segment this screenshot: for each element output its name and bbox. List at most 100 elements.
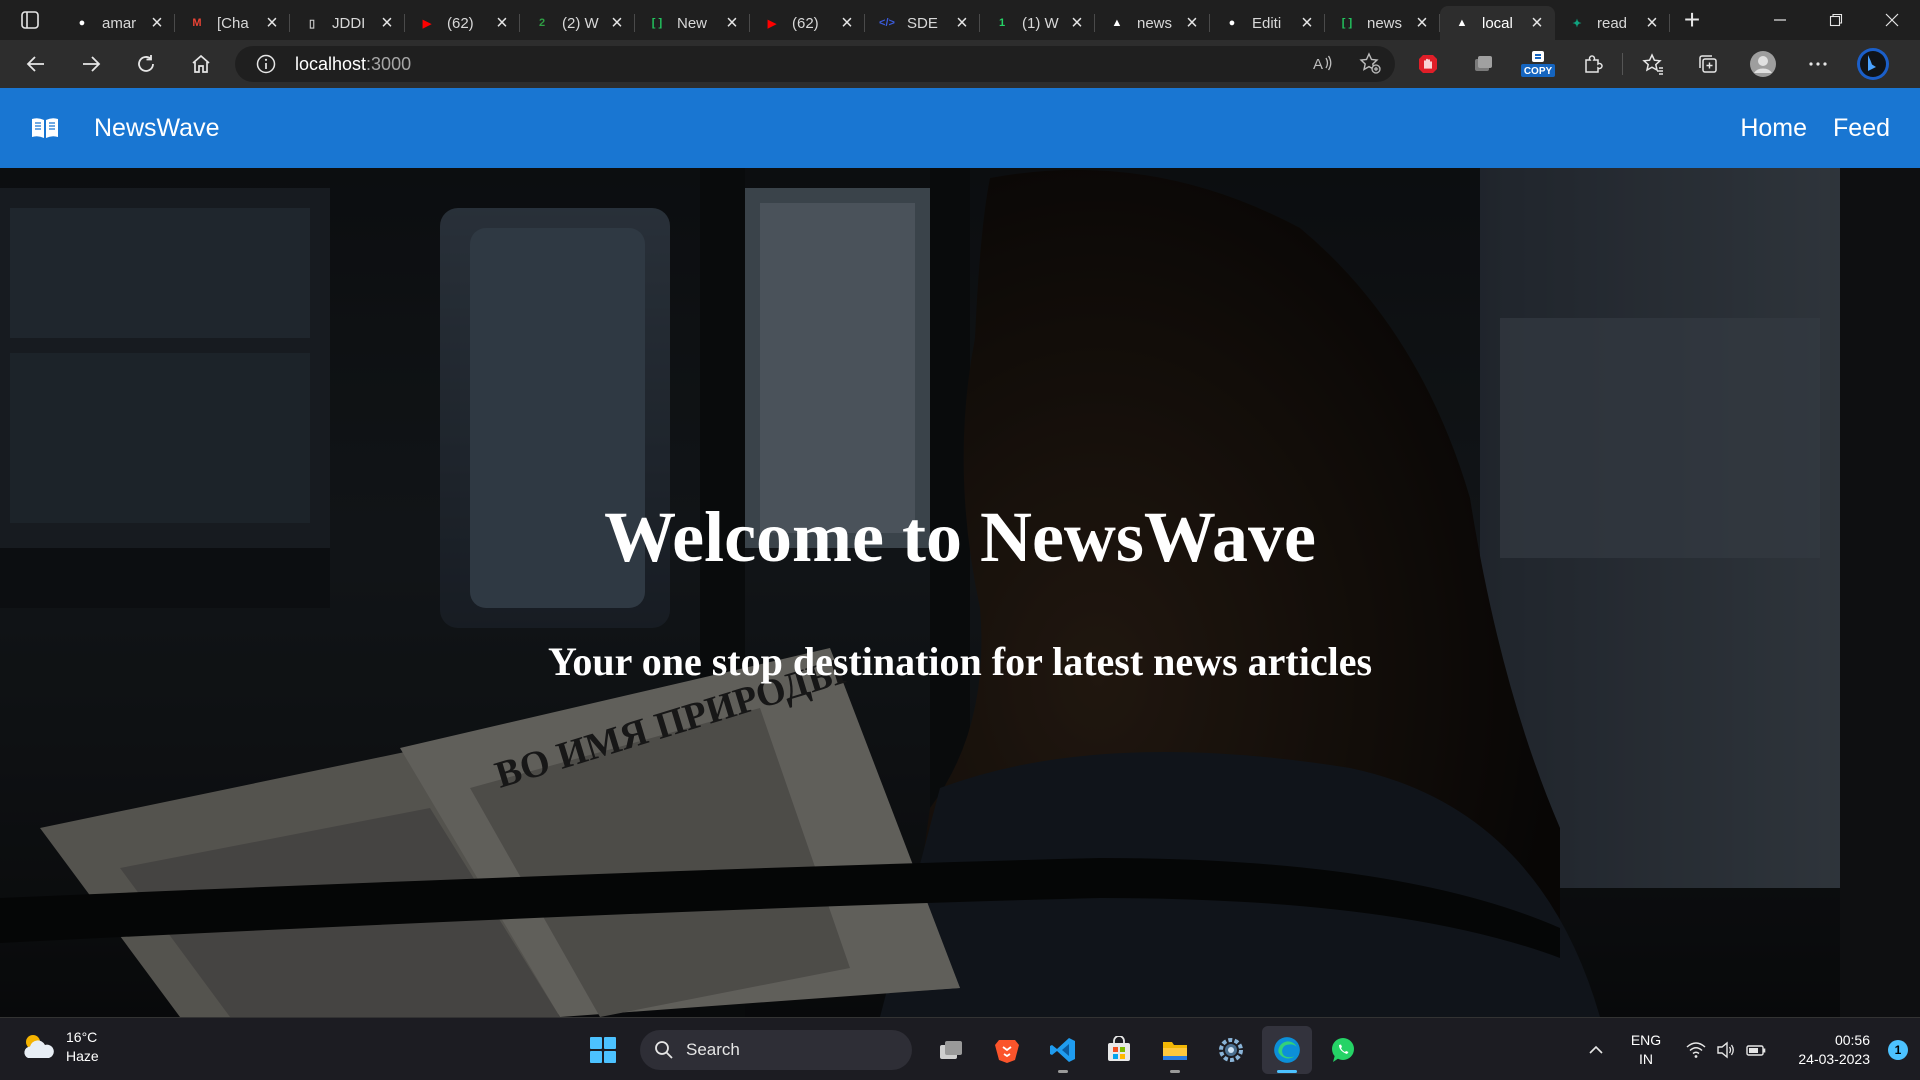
extension-adblock-button[interactable] <box>1400 40 1455 88</box>
new-tab-button[interactable]: + <box>1670 0 1714 40</box>
tab-close-button[interactable]: × <box>837 13 857 33</box>
browser-tab[interactable]: 1 (1) W × <box>980 6 1095 40</box>
taskbar-app-brave[interactable] <box>982 1026 1032 1074</box>
home-icon <box>191 54 210 73</box>
tab-title: news <box>1367 14 1403 32</box>
profile-button[interactable] <box>1735 40 1790 88</box>
extensions-button[interactable] <box>1565 40 1620 88</box>
taskbar-search[interactable]: Search <box>640 1030 912 1070</box>
brave-lion-icon <box>995 1040 1019 1063</box>
tab-close-button[interactable]: × <box>607 13 627 33</box>
tab-close-button[interactable]: × <box>492 13 512 33</box>
nav-link-feed[interactable]: Feed <box>1833 114 1890 143</box>
nav-link-home[interactable]: Home <box>1740 114 1807 143</box>
triangle-icon: ▲ <box>1111 17 1123 29</box>
browser-tab[interactable]: M [Cha × <box>175 6 290 40</box>
tab-close-button[interactable]: × <box>262 13 282 33</box>
language-region: IN <box>1639 1050 1653 1067</box>
home-button[interactable] <box>173 40 228 88</box>
search-icon <box>655 1041 673 1059</box>
github-icon: ● <box>78 17 86 29</box>
tab-close-button[interactable]: × <box>147 13 167 33</box>
tab-close-button[interactable]: × <box>1067 13 1087 33</box>
taskbar-app-whatsapp[interactable] <box>1318 1026 1368 1074</box>
book-open-icon[interactable] <box>30 113 60 143</box>
start-button[interactable] <box>580 1027 626 1073</box>
restore-button[interactable] <box>1808 0 1864 40</box>
minimize-button[interactable] <box>1752 0 1808 40</box>
running-indicator <box>1170 1070 1180 1073</box>
taskbar-app-store[interactable] <box>1094 1026 1144 1074</box>
github-icon: ● <box>1228 17 1236 29</box>
tab-actions-button[interactable] <box>0 0 60 40</box>
read-aloud-icon[interactable]: A <box>1311 52 1333 74</box>
bing-copilot-button[interactable] <box>1845 40 1900 88</box>
browser-toolbar: localhost:3000 A COPY <box>0 40 1920 88</box>
favorites-icon <box>1641 53 1663 75</box>
notification-badge: 1 <box>1888 1039 1908 1060</box>
browser-tab[interactable]: ● amar × <box>60 6 175 40</box>
copy-extension-icon: COPY <box>1520 51 1555 77</box>
forward-button[interactable] <box>63 40 118 88</box>
browser-tab[interactable]: ▯ JDDI × <box>290 6 405 40</box>
add-favorite-icon[interactable] <box>1359 52 1381 74</box>
refresh-button[interactable] <box>118 40 173 88</box>
address-bar[interactable]: localhost:3000 A <box>235 46 1395 82</box>
taskbar-app-file-explorer[interactable] <box>1150 1026 1200 1074</box>
weather-temperature: 16°C <box>66 1029 98 1045</box>
language-indicator[interactable]: ENG IN <box>1616 1031 1676 1069</box>
tab-close-button[interactable]: × <box>1412 13 1432 33</box>
browser-tab[interactable]: ▲ local × <box>1440 6 1555 40</box>
browser-tab[interactable]: ▶ (62) × <box>750 6 865 40</box>
tab-close-button[interactable]: × <box>1642 13 1662 33</box>
close-window-button[interactable] <box>1864 0 1920 40</box>
collections-button[interactable] <box>1680 40 1735 88</box>
browser-tab[interactable]: ▶ (62) × <box>405 6 520 40</box>
tab-close-button[interactable]: × <box>952 13 972 33</box>
tab-close-button[interactable]: × <box>722 13 742 33</box>
browser-tab[interactable]: </> SDE × <box>865 6 980 40</box>
browser-tab[interactable]: ✦ read × <box>1555 6 1670 40</box>
window-stack-icon <box>1474 56 1492 71</box>
notification-center-button[interactable]: 1 <box>1876 1039 1920 1060</box>
language-code: ENG <box>1630 1031 1662 1048</box>
tab-title: news <box>1137 14 1173 32</box>
extension-copy-button[interactable]: COPY <box>1510 40 1565 88</box>
taskbar-app-settings[interactable] <box>1206 1026 1256 1074</box>
windows-taskbar: 16°C Haze Search ENG IN 00:56 24-03-2023… <box>0 1017 1920 1080</box>
settings-more-button[interactable] <box>1790 40 1845 88</box>
favorites-button[interactable] <box>1625 40 1680 88</box>
copy-badge-label: COPY <box>1523 66 1552 77</box>
clock-date: 24-03-2023 <box>1798 1050 1870 1067</box>
extension-window-button[interactable] <box>1455 40 1510 88</box>
weather-widget[interactable]: 16°C Haze <box>20 1028 99 1066</box>
browser-tab[interactable]: ▲ news × <box>1095 6 1210 40</box>
tab-close-button[interactable]: × <box>377 13 397 33</box>
site-brand[interactable]: NewsWave <box>94 114 220 143</box>
url-port: :3000 <box>366 53 412 74</box>
svg-text:A: A <box>1313 56 1323 73</box>
taskbar-app-vscode[interactable] <box>1038 1026 1088 1074</box>
show-hidden-icons-button[interactable] <box>1576 1042 1616 1058</box>
task-view-button[interactable] <box>926 1026 976 1074</box>
whatsapp-icon <box>1332 1038 1354 1062</box>
url-host: localhost <box>295 53 367 74</box>
tab-list: ● amar × M [Cha × ▯ JDDI × ▶ (62) × 2 (2) W × [ ] New × ▶ (… <box>60 0 1670 40</box>
tab-close-button[interactable]: × <box>1182 13 1202 33</box>
clock[interactable]: 00:56 24-03-2023 <box>1776 1031 1876 1069</box>
browser-tab[interactable]: [ ] New × <box>635 6 750 40</box>
tab-close-button[interactable]: × <box>1297 13 1317 33</box>
browser-tab[interactable]: [ ] news × <box>1325 6 1440 40</box>
taskbar-app-edge[interactable] <box>1262 1026 1312 1074</box>
tab-close-button[interactable]: × <box>1527 13 1547 33</box>
site-info-icon[interactable] <box>255 53 277 75</box>
edge-icon <box>1274 1037 1300 1063</box>
back-button[interactable] <box>8 40 63 88</box>
tab-title: Editi <box>1252 14 1282 32</box>
page-viewport: NewsWave Home Feed ВО ИМЯ ПРИРОДЫ Welcom… <box>0 88 1920 1017</box>
tab-title: amar <box>102 14 137 32</box>
minimize-icon <box>1774 19 1786 21</box>
browser-tab[interactable]: ● Editi × <box>1210 6 1325 40</box>
browser-tab[interactable]: 2 (2) W × <box>520 6 635 40</box>
quick-settings-button[interactable] <box>1676 1040 1776 1060</box>
